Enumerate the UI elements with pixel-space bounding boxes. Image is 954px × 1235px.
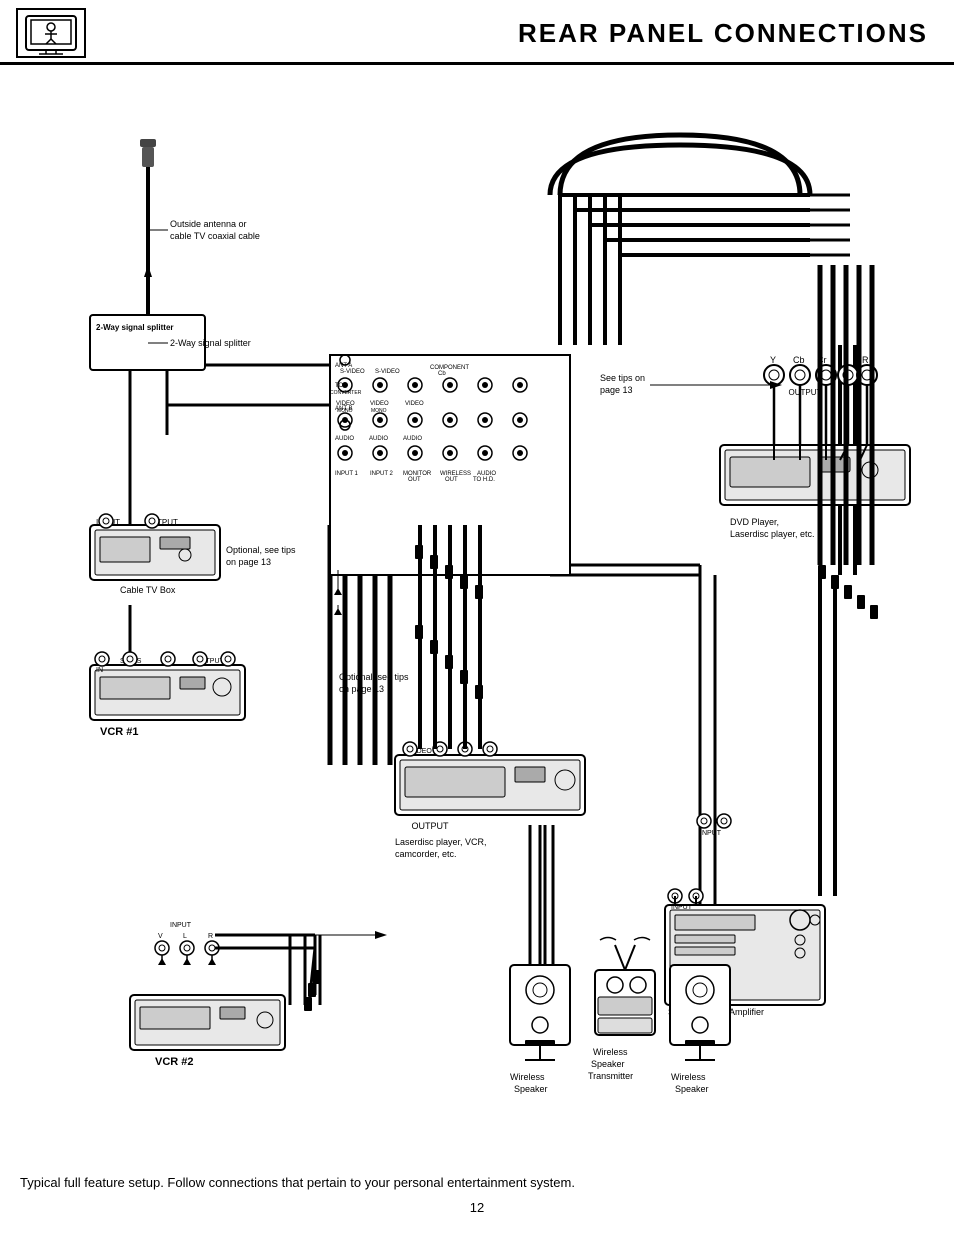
svg-text:AUDIO: AUDIO <box>369 436 388 442</box>
page-title: REAR PANEL CONNECTIONS <box>86 18 938 49</box>
svg-text:S-VIDEO: S-VIDEO <box>375 369 400 375</box>
svg-text:Transmitter: Transmitter <box>588 1071 633 1081</box>
svg-text:on page 13: on page 13 <box>226 557 271 567</box>
svg-text:Laserdisc player, VCR,: Laserdisc player, VCR, <box>395 837 487 847</box>
svg-text:AUDIO: AUDIO <box>403 436 422 442</box>
svg-text:Wireless: Wireless <box>510 1072 545 1082</box>
svg-text:Outside antenna or: Outside antenna or <box>170 219 247 229</box>
svg-text:Speaker: Speaker <box>591 1059 625 1069</box>
svg-text:Wireless: Wireless <box>671 1072 706 1082</box>
svg-text:OUT: OUT <box>408 477 421 483</box>
svg-text:AUDIO: AUDIO <box>335 436 354 442</box>
svg-text:camcorder, etc.: camcorder, etc. <box>395 849 457 859</box>
svg-text:VCR #2: VCR #2 <box>155 1056 194 1068</box>
svg-text:Wireless: Wireless <box>593 1047 628 1057</box>
page-header: REAR PANEL CONNECTIONS <box>0 0 954 65</box>
footer-caption: Typical full feature setup. Follow conne… <box>0 1165 954 1200</box>
svg-text:2-Way signal splitter: 2-Way signal splitter <box>96 323 174 332</box>
page-number: 12 <box>0 1200 954 1225</box>
svg-text:Cb: Cb <box>793 355 805 365</box>
svg-text:Cable TV Box: Cable TV Box <box>120 585 176 595</box>
svg-text:TO: TO <box>335 383 344 389</box>
svg-text:Optional, see tips: Optional, see tips <box>226 545 296 555</box>
svg-text:COMPONENT: COMPONENT <box>430 365 469 371</box>
svg-text:Cb: Cb <box>438 371 446 377</box>
svg-text:Speaker: Speaker <box>514 1084 548 1094</box>
svg-text:OUTPUT: OUTPUT <box>789 388 822 397</box>
svg-text:page 13: page 13 <box>600 385 633 395</box>
svg-text:See tips on: See tips on <box>600 373 645 383</box>
svg-text:DVD Player,: DVD Player, <box>730 517 779 527</box>
svg-text:OUTPUT: OUTPUT <box>412 821 450 831</box>
svg-text:L: L <box>183 933 187 940</box>
svg-text:Y: Y <box>770 355 776 365</box>
svg-text:2-Way signal splitter: 2-Way signal splitter <box>170 338 251 348</box>
caption-text: Typical full feature setup. Follow conne… <box>20 1175 934 1190</box>
svg-text:INPUT 2: INPUT 2 <box>370 471 394 477</box>
svg-text:VIDEO: VIDEO <box>370 401 389 407</box>
svg-text:cable TV coaxial cable: cable TV coaxial cable <box>170 231 260 241</box>
diagram-area: S-VIDEO S-VIDEO COMPONENT Cb VIDEO VIDEO… <box>0 65 954 1165</box>
svg-text:R: R <box>208 933 213 940</box>
svg-text:IN: IN <box>96 667 103 674</box>
svg-text:V: V <box>158 933 163 940</box>
svg-text:S-VIDEO: S-VIDEO <box>340 369 365 375</box>
svg-text:INPUT 1: INPUT 1 <box>335 471 359 477</box>
svg-text:INPUT: INPUT <box>170 922 192 929</box>
svg-text:CONVERTER: CONVERTER <box>330 390 362 396</box>
svg-text:Laserdisc player, etc.: Laserdisc player, etc. <box>730 529 815 539</box>
svg-text:ANT A: ANT A <box>335 363 352 369</box>
svg-text:INPUT: INPUT <box>700 830 722 837</box>
svg-text:TO H.D.: TO H.D. <box>473 477 495 483</box>
svg-text:OUT: OUT <box>445 477 458 483</box>
svg-text:VIDEO: VIDEO <box>405 401 424 407</box>
svg-text:Speaker: Speaker <box>675 1084 709 1094</box>
svg-text:VCR #1: VCR #1 <box>100 726 139 738</box>
svg-text:R: R <box>862 355 869 365</box>
svg-text:on page 13: on page 13 <box>339 684 384 694</box>
svg-text:Optional, see tips: Optional, see tips <box>339 672 409 682</box>
logo <box>16 8 86 58</box>
svg-text:ANT B: ANT B <box>335 406 353 412</box>
svg-text:INPUT: INPUT <box>671 904 693 911</box>
